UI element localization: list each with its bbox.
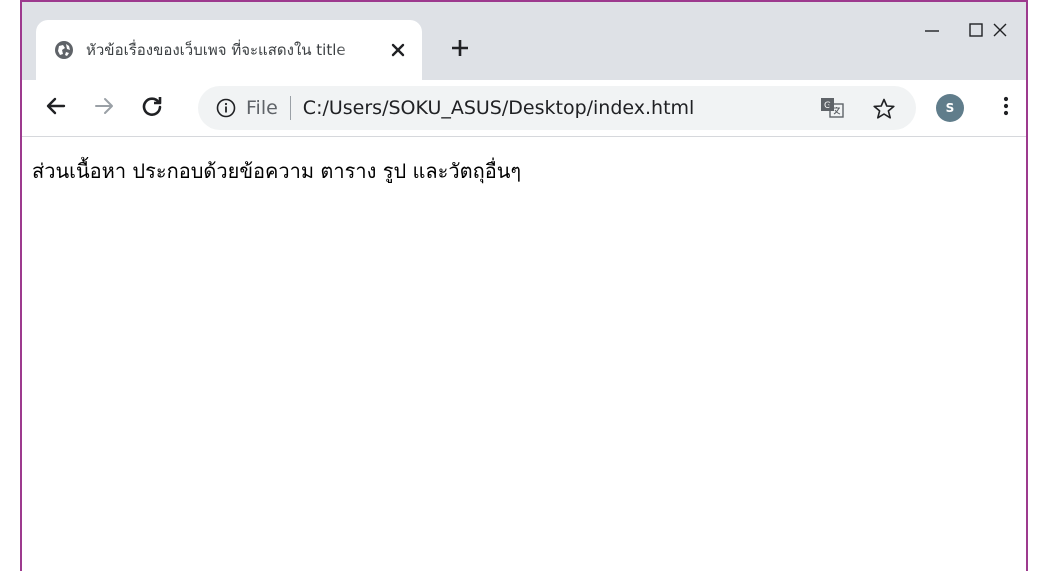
url-separator	[289, 96, 291, 120]
reload-icon	[141, 95, 163, 121]
star-icon[interactable]	[872, 97, 896, 121]
globe-icon	[54, 40, 74, 60]
navigation-toolbar: File C:/Users/SOKU_ASUS/Desktop/index.ht…	[22, 80, 1026, 137]
minimize-icon	[923, 21, 941, 43]
title-bar: หัวข้อเรื่องของเว็บเพจ ที่จะแสดงใน title	[22, 2, 1026, 80]
url-text: C:/Users/SOKU_ASUS/Desktop/index.html	[302, 97, 695, 119]
arrow-right-icon	[93, 95, 115, 121]
close-window-button[interactable]	[980, 16, 1020, 48]
back-button[interactable]	[40, 92, 72, 124]
kebab-menu-icon	[1003, 95, 1009, 121]
translate-icon[interactable]: G	[820, 97, 844, 119]
info-icon[interactable]	[216, 98, 236, 118]
tab-title: หัวข้อเรื่องของเว็บเพจ ที่จะแสดงใน title	[86, 41, 346, 59]
arrow-left-icon	[45, 95, 67, 121]
body-text: ส่วนเนื้อหา ประกอบด้วยข้อความ ตาราง รูป …	[32, 159, 522, 183]
page-content: ส่วนเนื้อหา ประกอบด้วยข้อความ ตาราง รูป …	[22, 137, 1026, 571]
minimize-button[interactable]	[912, 16, 952, 48]
plus-icon	[449, 37, 471, 63]
url-display[interactable]: File C:/Users/SOKU_ASUS/Desktop/index.ht…	[246, 86, 694, 130]
close-icon	[991, 21, 1009, 43]
tab-active[interactable]: หัวข้อเรื่องของเว็บเพจ ที่จะแสดงใน title	[36, 20, 422, 80]
address-bar[interactable]: File C:/Users/SOKU_ASUS/Desktop/index.ht…	[198, 86, 916, 130]
forward-button[interactable]	[88, 92, 120, 124]
close-icon[interactable]	[388, 40, 408, 60]
browser-window: หัวข้อเรื่องของเว็บเพจ ที่จะแสดงใน title	[20, 0, 1028, 571]
avatar[interactable]: S	[936, 94, 964, 122]
url-scheme-label: File	[246, 97, 278, 119]
menu-button[interactable]	[990, 92, 1022, 124]
new-tab-button[interactable]	[446, 36, 474, 64]
reload-button[interactable]	[136, 92, 168, 124]
